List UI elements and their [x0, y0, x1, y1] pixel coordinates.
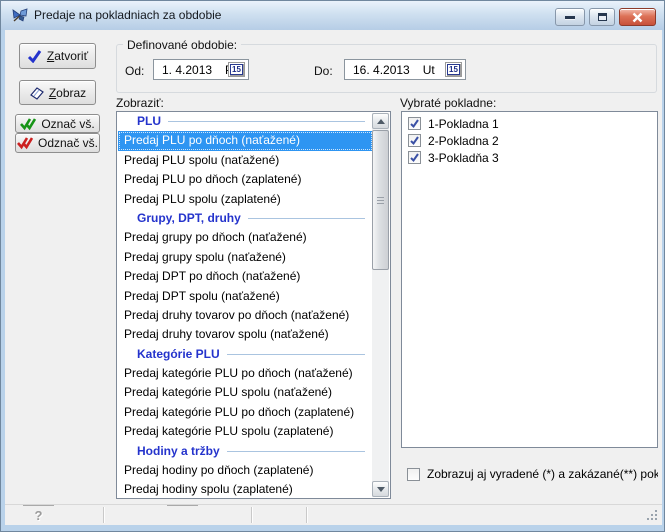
app-butterfly-icon	[11, 7, 29, 25]
show-excluded-checkbox-row[interactable]: Zobrazuj aj vyradené (*) a zakázané(**) …	[407, 467, 658, 481]
list-item[interactable]: Predaj kategórie PLU spolu (naťažené)	[118, 383, 373, 402]
list-section-header: Hodiny a tržby	[118, 442, 373, 461]
zobraz-button[interactable]: Zobraz	[19, 80, 96, 105]
list-item[interactable]: Predaj PLU spolu (zaplatené)	[118, 190, 373, 209]
window-title: Predaje na pokladniach za obdobie	[34, 8, 221, 22]
section-divider-line	[227, 451, 365, 452]
chevron-down-icon	[377, 487, 385, 492]
help-button[interactable]: ?	[23, 505, 54, 525]
report-listbox: PLU Predaj PLU po dňoch (naťažené) Preda…	[116, 111, 391, 499]
list-item[interactable]: Predaj kategórie PLU po dňoch (naťažené)	[118, 364, 373, 383]
section-divider-line	[248, 218, 365, 219]
report-list-label: Zobraziť:	[116, 96, 164, 110]
close-icon	[631, 12, 644, 23]
section-divider-line	[168, 121, 365, 122]
statusbar-divider	[251, 507, 252, 523]
to-day-abbrev: Ut	[423, 63, 435, 77]
select-all-button[interactable]: Označ vš.	[15, 114, 100, 133]
check-icon	[409, 118, 420, 129]
list-item[interactable]: Predaj grupy spolu (naťažené)	[118, 248, 373, 267]
zatvorit-button-label: Zatvoriť	[47, 49, 88, 63]
from-label: Od:	[125, 64, 144, 78]
checkbox-checked[interactable]	[408, 134, 421, 147]
list-item[interactable]: Predaj druhy tovarov spolu (naťažené)	[118, 325, 373, 344]
to-date-field[interactable]: 16. 4.2013 Ut 15	[344, 59, 466, 80]
check-icon	[409, 152, 420, 163]
list-item[interactable]: Predaj kategórie PLU spolu (zaplatené)	[118, 422, 373, 441]
list-item[interactable]: Predaj PLU po dňoch (zaplatené)	[118, 170, 373, 189]
list-item[interactable]: Predaj DPT po dňoch (naťažené)	[118, 267, 373, 286]
maximize-icon	[598, 13, 607, 21]
resize-grip[interactable]	[647, 510, 658, 521]
deselect-all-button[interactable]: Odznač vš.	[15, 133, 100, 153]
vertical-scrollbar[interactable]	[372, 113, 389, 497]
list-item[interactable]: Predaj grupy po dňoch (naťažené)	[118, 228, 373, 247]
select-all-label: Označ vš.	[41, 117, 94, 131]
register-row[interactable]: 1-Pokladna 1	[402, 115, 657, 132]
title-bar[interactable]: Predaje na pokladniach za obdobie	[1, 1, 664, 30]
list-section-header: PLU	[118, 112, 373, 131]
help-icon: ?	[35, 508, 43, 523]
status-bar: ?	[5, 504, 662, 525]
calendar-icon: 15	[447, 64, 460, 75]
from-date-value: 1. 4.2013	[162, 63, 212, 77]
report-rows: PLU Predaj PLU po dňoch (naťažené) Preda…	[118, 112, 373, 500]
list-item[interactable]: Predaj kategórie PLU po dňoch (zaplatené…	[118, 403, 373, 422]
minimize-button[interactable]	[555, 8, 585, 26]
list-section-header: Grupy, DPT, druhy	[118, 209, 373, 228]
scroll-up-button[interactable]	[372, 113, 389, 129]
to-date-value: 16. 4.2013	[353, 63, 410, 77]
to-calendar-button[interactable]: 15	[445, 62, 462, 77]
list-item[interactable]: Predaj hodiny spolu (zaplatené)	[118, 480, 373, 499]
preview-eraser-icon	[29, 86, 44, 100]
register-row-label: 1-Pokladna 1	[428, 117, 499, 131]
period-group-label: Definované obdobie:	[123, 38, 241, 52]
registers-label: Vybraté pokladne:	[400, 96, 496, 110]
list-item[interactable]: Predaj hodiny po dňoch (zaplatené)	[118, 461, 373, 480]
green-double-check-icon	[20, 117, 36, 131]
to-label: Do:	[314, 64, 333, 78]
minimize-icon	[565, 16, 575, 19]
checkbox-unchecked[interactable]	[407, 468, 420, 481]
from-calendar-button[interactable]: 15	[228, 62, 245, 77]
list-item[interactable]: Predaj PLU spolu (naťažené)	[118, 151, 373, 170]
dialog-window: Predaje na pokladniach za obdobie Zatvor…	[0, 0, 665, 532]
statusbar-divider	[306, 507, 307, 523]
register-row[interactable]: 2-Pokladna 2	[402, 132, 657, 149]
zobraz-button-label: Zobraz	[49, 86, 86, 100]
registers-checklist: 1-Pokladna 1 2-Pokladna 2 3-Pokladňa 3	[401, 111, 658, 448]
chevron-up-icon	[377, 119, 385, 124]
calendar-icon: 15	[230, 64, 243, 75]
from-date-field[interactable]: 1. 4.2013 Po 15	[153, 59, 249, 80]
check-icon	[409, 135, 420, 146]
section-divider-line	[227, 354, 365, 355]
blue-checkmark-icon	[27, 49, 42, 63]
register-row-label: 3-Pokladňa 3	[428, 151, 499, 165]
scrollbar-thumb[interactable]	[372, 130, 389, 270]
register-row[interactable]: 3-Pokladňa 3	[402, 149, 657, 166]
window-controls	[555, 8, 656, 26]
show-excluded-label: Zobrazuj aj vyradené (*) a zakázané(**) …	[427, 467, 658, 481]
register-row-label: 2-Pokladna 2	[428, 134, 499, 148]
statusbar-segment	[167, 505, 198, 525]
zatvorit-button[interactable]: Zatvoriť	[19, 43, 96, 69]
scroll-down-button[interactable]	[372, 481, 389, 497]
list-item-selected[interactable]: Predaj PLU po dňoch (naťažené)	[118, 131, 373, 150]
list-item[interactable]: Predaj druhy tovarov po dňoch (naťažené)	[118, 306, 373, 325]
list-item[interactable]: Predaj DPT spolu (naťažené)	[118, 287, 373, 306]
list-section-header: Kategórie PLU	[118, 345, 373, 364]
close-button[interactable]	[619, 8, 656, 26]
statusbar-divider	[103, 507, 104, 523]
checkbox-checked[interactable]	[408, 117, 421, 130]
deselect-all-label: Odznač vš.	[38, 136, 98, 150]
red-double-check-icon	[17, 136, 33, 150]
maximize-button[interactable]	[589, 8, 615, 26]
checkbox-checked[interactable]	[408, 151, 421, 164]
